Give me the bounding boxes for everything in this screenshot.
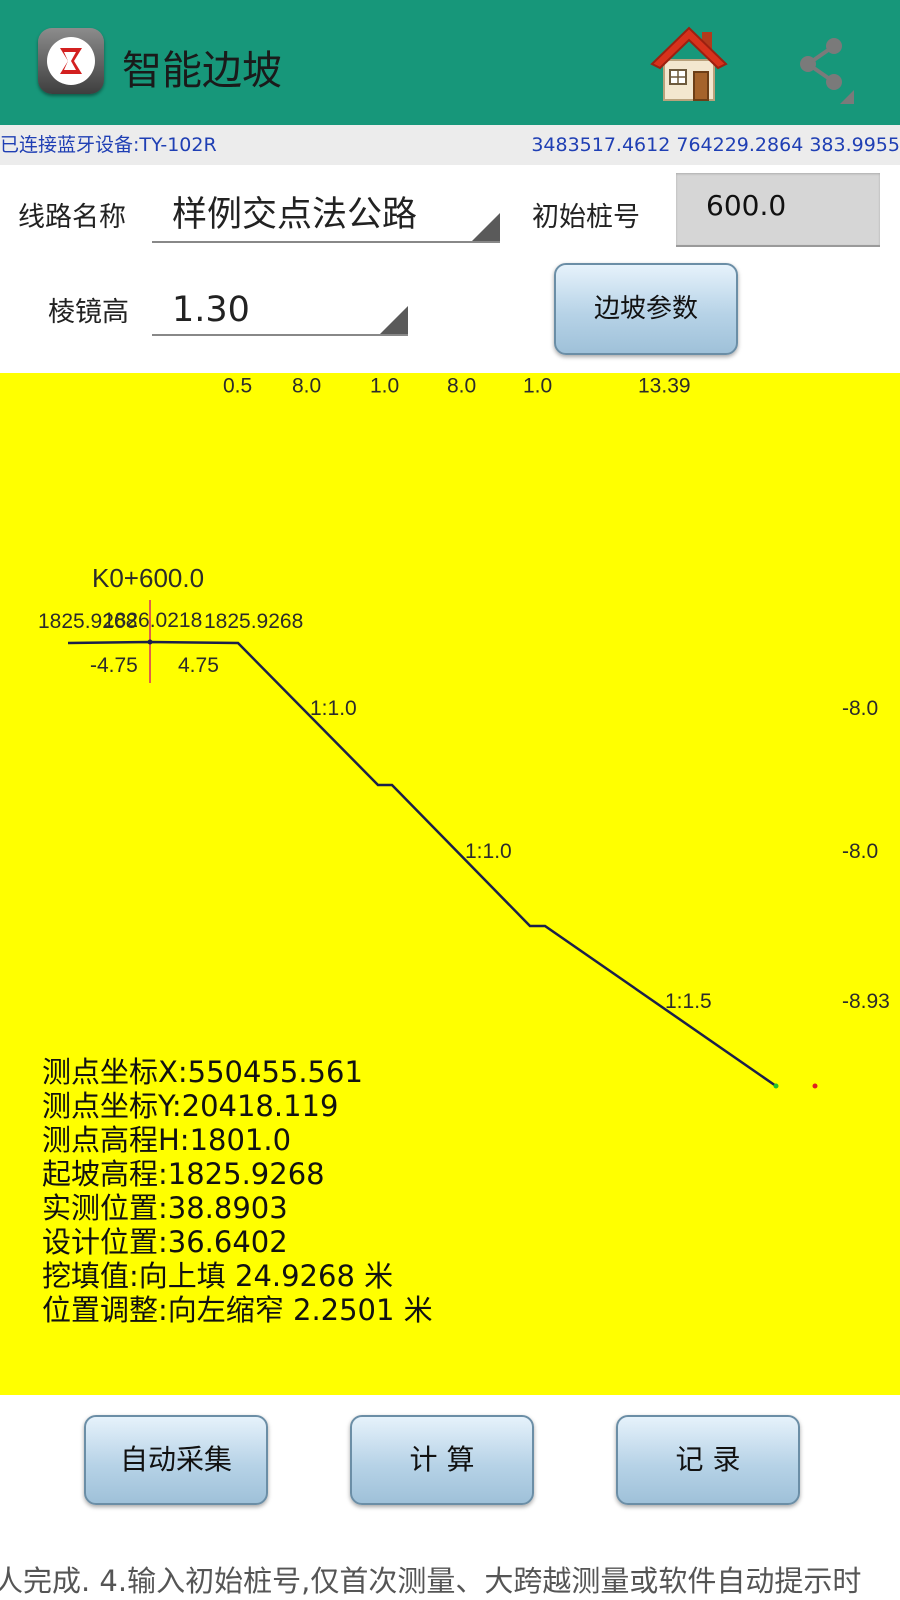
prism-height-label: 棱镜高 — [48, 297, 129, 328]
record-button[interactable]: 记 录 — [616, 1415, 800, 1505]
info-slope-start-elev: 起坡高程:1825.9268 — [42, 1157, 325, 1191]
route-name-value: 样例交点法公路 — [172, 195, 418, 235]
slope-ratio-label: 1:1.5 — [665, 990, 712, 1013]
top-dim-label: 1.0 — [370, 375, 399, 398]
slope-profile-line — [67, 640, 777, 1088]
info-point-h: 测点高程H:1801.0 — [42, 1123, 292, 1157]
prism-height-select[interactable]: 1.30 — [152, 278, 408, 336]
device-coordinates: 3483517.4612 764229.2864 383.9955 — [531, 134, 900, 156]
elevation-center-label: 1826.0218 — [103, 609, 202, 632]
slope-ratio-label: 1:1.0 — [310, 697, 357, 720]
offset-left-label: -4.75 — [90, 654, 138, 677]
info-cut-fill: 挖填值:向上填 24.9268 米 — [42, 1259, 394, 1293]
info-pos-adjust: 位置调整:向左缩窄 2.2501 米 — [42, 1293, 433, 1327]
initial-stake-value: 600.0 — [706, 189, 787, 222]
info-design-pos: 设计位置:36.6402 — [42, 1225, 288, 1259]
station-label: K0+600.0 — [92, 563, 204, 593]
top-dim-label: 13.39 — [638, 375, 691, 398]
slope-profile-canvas: 0.5 8.0 1.0 8.0 1.0 13.39 K0+600.0 1825.… — [0, 373, 900, 1395]
share-icon[interactable] — [796, 34, 856, 104]
survey-form: 线路名称 样例交点法公路 初始桩号 600.0 棱镜高 1.30 边坡参数 — [0, 165, 900, 373]
slope-height-label: -8.0 — [842, 840, 878, 863]
compute-button[interactable]: 计 算 — [350, 1415, 534, 1505]
top-dim-label: 8.0 — [447, 375, 476, 398]
route-name-label: 线路名称 — [18, 202, 126, 233]
app-logo-icon — [38, 28, 104, 94]
info-measured-pos: 实测位置:38.8903 — [42, 1191, 288, 1225]
measurement-info: 测点坐标X:550455.561 测点坐标Y:20418.119 测点高程H:1… — [42, 1055, 433, 1327]
app-title: 智能边坡 — [122, 48, 282, 94]
hint-ticker: 人完成. 4.输入初始桩号,仅首次测量、大跨越测量或软件自动提示时 — [0, 1558, 900, 1600]
dropdown-arrow-icon — [380, 306, 408, 334]
info-point-y: 测点坐标Y:20418.119 — [42, 1089, 339, 1123]
initial-stake-label: 初始桩号 — [532, 202, 640, 233]
top-dim-label: 8.0 — [292, 375, 321, 398]
info-point-x: 测点坐标X:550455.561 — [42, 1055, 363, 1089]
elevation-right-label: 1825.9268 — [204, 610, 303, 633]
auto-collect-button[interactable]: 自动采集 — [84, 1415, 268, 1505]
slope-height-label: -8.93 — [842, 990, 890, 1013]
initial-stake-input[interactable]: 600.0 — [676, 173, 880, 247]
slope-ratio-label: 1:1.0 — [465, 840, 512, 863]
dropdown-arrow-icon — [472, 213, 500, 241]
offset-right-label: 4.75 — [178, 654, 219, 677]
bluetooth-status: 已连接蓝牙设备:TY-102R — [0, 134, 217, 156]
slope-height-label: -8.0 — [842, 697, 878, 720]
slope-toe-point — [773, 1083, 779, 1089]
slope-params-button[interactable]: 边坡参数 — [554, 263, 738, 355]
home-icon[interactable] — [650, 22, 728, 104]
app-bar: 智能边坡 — [0, 0, 900, 125]
top-dim-label: 1.0 — [523, 375, 552, 398]
status-bar: 已连接蓝牙设备:TY-102R 3483517.4612 764229.2864… — [0, 125, 900, 165]
route-name-select[interactable]: 样例交点法公路 — [152, 185, 500, 243]
hint-ticker-text: 人完成. 4.输入初始桩号,仅首次测量、大跨越测量或软件自动提示时 — [0, 1564, 862, 1598]
top-dim-label: 0.5 — [223, 375, 252, 398]
measured-point — [812, 1083, 818, 1089]
prism-height-value: 1.30 — [172, 290, 250, 330]
